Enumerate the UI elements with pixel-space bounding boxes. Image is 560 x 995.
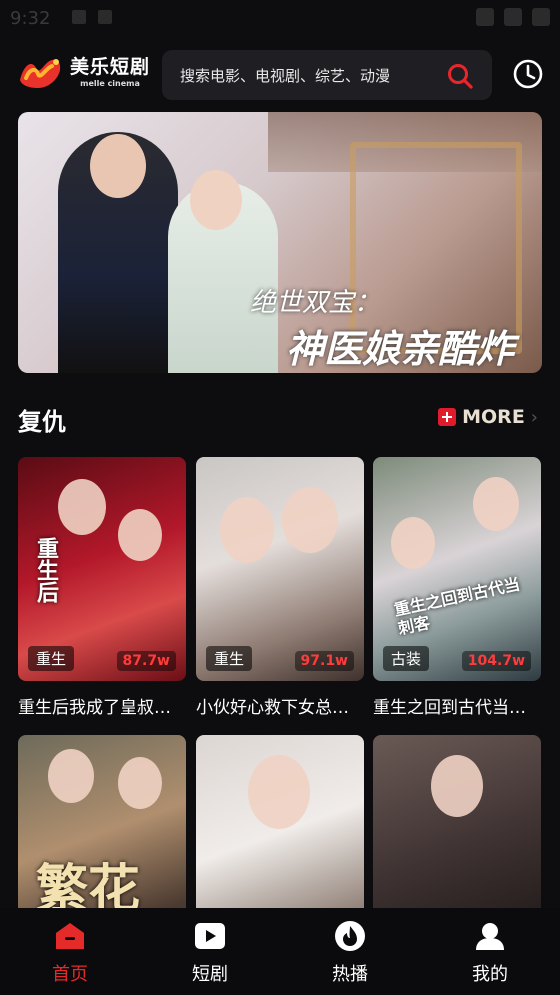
- status-bar: 9:32: [0, 0, 560, 38]
- more-label: MORE: [462, 406, 525, 428]
- nav-label: 首页: [52, 964, 88, 985]
- drama-card[interactable]: 重生后 重生 87.7w 重生后我成了皇叔的掌心宠: [18, 457, 186, 718]
- nav-item-trending[interactable]: 热播: [280, 908, 420, 995]
- logo-name-en: melle cinema: [80, 79, 140, 88]
- chevron-right-icon: ›: [530, 406, 538, 428]
- banner-title-line2: 神医娘亲酷炸了: [286, 326, 515, 371]
- search-input[interactable]: 搜索电影、电视剧、综艺、动漫: [162, 50, 492, 100]
- featured-banner[interactable]: 绝世双宝： 神医娘亲酷炸了: [18, 112, 542, 373]
- status-time: 9:32: [10, 8, 51, 29]
- drama-title: 小伙好心救下女总裁后: [196, 698, 364, 718]
- app-logo: 美乐短剧 melle cinema: [18, 54, 150, 92]
- user-icon: [476, 923, 504, 950]
- fire-icon: [335, 921, 365, 951]
- bottom-nav: 首页 短剧 热播 我的: [0, 908, 560, 995]
- notification-icon: [98, 10, 112, 24]
- drama-poster: 重生之回到古代当刺客 古装 104.7w: [373, 457, 541, 681]
- banner-title-line1: 绝世双宝：: [250, 288, 381, 318]
- nav-label: 我的: [472, 964, 508, 985]
- nav-label: 短剧: [192, 964, 228, 985]
- plus-icon: [438, 408, 457, 426]
- search-icon[interactable]: [446, 62, 474, 90]
- search-placeholder: 搜索电影、电视剧、综艺、动漫: [180, 67, 391, 85]
- drama-title: 重生之回到古代当刺客: [373, 698, 541, 718]
- view-count: 97.1w: [294, 651, 354, 671]
- drama-poster: 重生 97.1w: [196, 457, 364, 681]
- play-icon: [195, 923, 225, 949]
- genre-tag: 重生: [28, 646, 75, 671]
- wifi-icon: [476, 8, 494, 26]
- home-icon: [56, 923, 84, 949]
- nav-item-profile[interactable]: 我的: [420, 908, 560, 995]
- download-icon: [72, 10, 86, 24]
- drama-title: 重生后我成了皇叔的掌心宠: [18, 698, 186, 718]
- view-count: 87.7w: [116, 651, 176, 671]
- nav-label: 热播: [332, 964, 368, 985]
- header: 美乐短剧 melle cinema 搜索电影、电视剧、综艺、动漫: [0, 48, 560, 102]
- battery-icon: [532, 8, 550, 26]
- poster-text: 重生后: [33, 537, 59, 603]
- logo-name-cn: 美乐短剧: [70, 56, 151, 78]
- genre-tag: 重生: [206, 646, 253, 671]
- drama-poster: 重生后 重生 87.7w: [18, 457, 186, 681]
- history-icon[interactable]: [512, 58, 544, 90]
- nav-item-shorts[interactable]: 短剧: [140, 908, 280, 995]
- drama-card[interactable]: 重生之回到古代当刺客 古装 104.7w 重生之回到古代当刺客: [373, 457, 541, 718]
- signal-icon: [504, 8, 522, 26]
- logo-mark-icon: [20, 59, 61, 88]
- genre-tag: 古装: [383, 646, 430, 671]
- section-title: 复仇: [18, 408, 66, 436]
- section-header: 复仇 MORE ›: [18, 398, 542, 438]
- poster-text: 重生之回到古代当刺客: [392, 574, 522, 639]
- nav-item-home[interactable]: 首页: [0, 908, 140, 995]
- view-count: 104.7w: [461, 651, 531, 671]
- drama-card[interactable]: 重生 97.1w 小伙好心救下女总裁后: [196, 457, 364, 718]
- more-button[interactable]: MORE ›: [438, 406, 538, 428]
